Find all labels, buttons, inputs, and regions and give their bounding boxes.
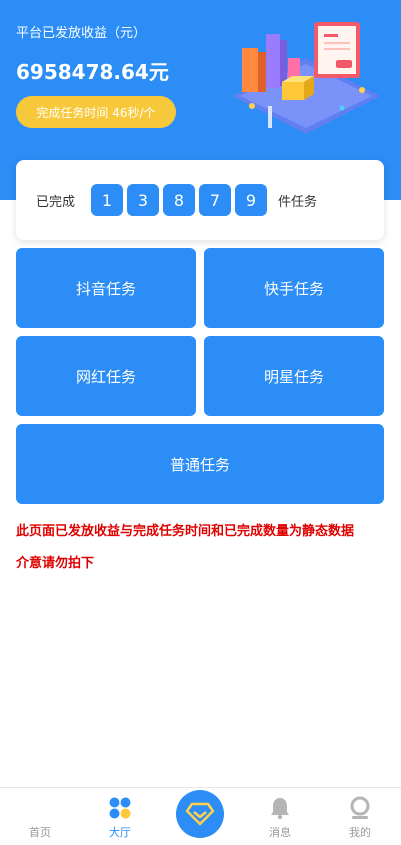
tab-hall[interactable]: 大厅 [80,788,160,845]
completed-digits: 1 3 8 7 9 [91,184,271,216]
tab-messages-label: 消息 [269,826,291,839]
digit-box: 3 [127,184,159,216]
tab-home[interactable]: 首页 [0,788,80,845]
isometric-city-illustration [232,22,380,134]
tasks-suffix: 件任务 [278,195,318,210]
tab-mine-label: 我的 [349,826,371,839]
mingxing-task-button[interactable]: 明星任务 [204,336,384,416]
center-diamond-button[interactable] [176,790,224,838]
platform-earnings-amount: 6958478.64元 [16,60,169,84]
home-icon [28,796,52,820]
digit-box: 1 [91,184,123,216]
putong-task-button[interactable]: 普通任务 [16,424,384,504]
completed-label: 已完成 [36,195,76,210]
diamond-icon [185,802,215,826]
douyin-task-button[interactable]: 抖音任务 [16,248,196,328]
kuaishou-task-button[interactable]: 快手任务 [204,248,384,328]
tab-home-label: 首页 [29,826,51,839]
digit-box: 7 [199,184,231,216]
user-icon [350,796,370,819]
tab-messages[interactable]: 消息 [240,788,320,845]
wanghong-task-button[interactable]: 网红任务 [16,336,196,416]
task-time-pill: 完成任务时间 46秒/个 [16,96,176,128]
platform-earnings-title: 平台已发放收益（元） [16,26,147,41]
digit-box: 8 [163,184,195,216]
grid-icon [109,797,131,819]
bell-icon [271,798,289,820]
completed-count-card: 已完成 1 3 8 7 9 件任务 [16,160,384,240]
digit-box: 9 [235,184,267,216]
tab-mine[interactable]: 我的 [320,788,400,845]
tab-hall-label: 大厅 [109,826,131,839]
static-data-notice-line2: 介意请勿拍下 [16,556,95,571]
static-data-notice-line1: 此页面已发放收益与完成任务时间和已完成数量为静态数据 [16,524,355,539]
